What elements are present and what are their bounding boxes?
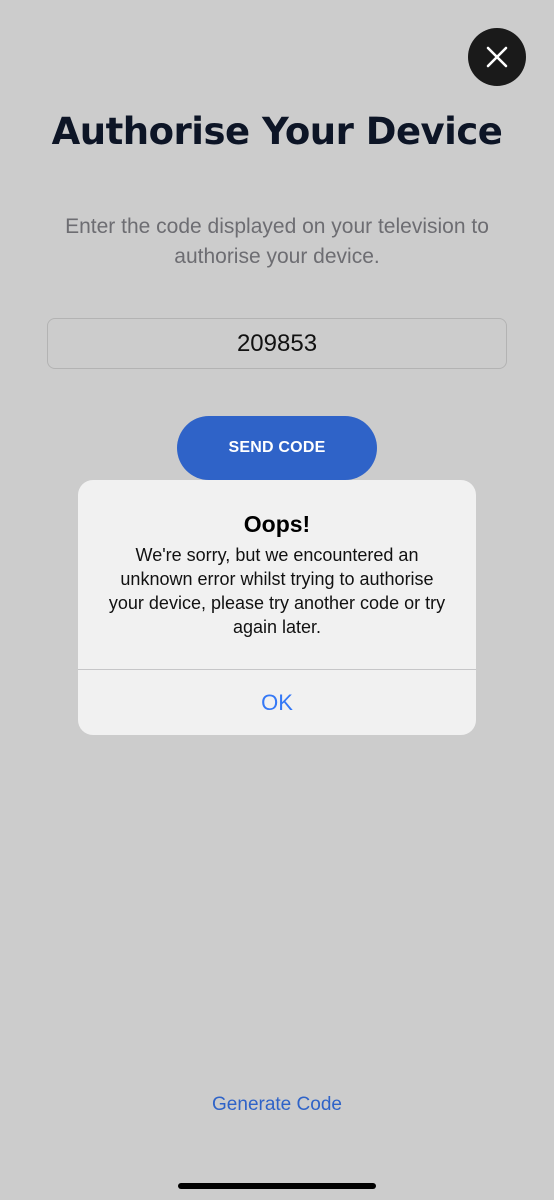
close-button[interactable] xyxy=(468,28,526,86)
alert-message: We're sorry, but we encountered an unkno… xyxy=(108,545,446,637)
code-input[interactable] xyxy=(47,318,507,369)
instructions-text: Enter the code displayed on your televis… xyxy=(65,215,489,268)
alert-title: Oops! xyxy=(243,511,311,537)
close-icon xyxy=(486,46,508,68)
alert-ok-button[interactable]: OK xyxy=(78,670,476,735)
error-alert-dialog: Oops! We're sorry, but we encountered an… xyxy=(78,480,476,735)
home-indicator[interactable] xyxy=(178,1183,376,1189)
authorise-device-screen: Authorise Your Device Enter the code dis… xyxy=(0,0,554,1200)
send-code-button[interactable]: SEND CODE xyxy=(177,416,377,480)
generate-code-link[interactable]: Generate Code xyxy=(0,1094,554,1116)
page-title: Authorise Your Device xyxy=(51,110,503,153)
